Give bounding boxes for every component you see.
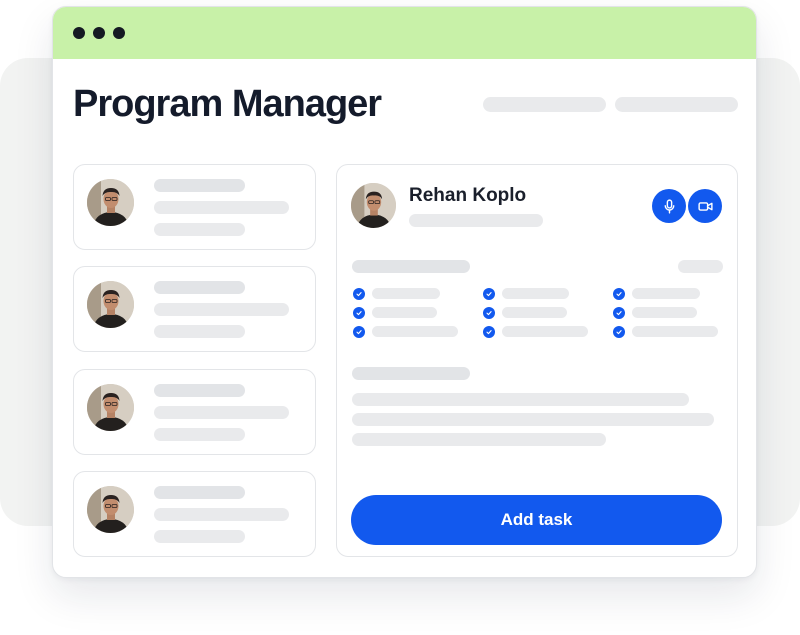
checkmark-icon bbox=[613, 307, 625, 319]
text-placeholder bbox=[154, 428, 245, 441]
checkmark-icon bbox=[353, 326, 365, 338]
text-placeholder bbox=[154, 179, 245, 192]
checklist-item-placeholder bbox=[632, 288, 700, 299]
text-placeholder bbox=[154, 384, 245, 397]
person-avatar-icon bbox=[87, 281, 134, 328]
section-heading-placeholder bbox=[352, 260, 470, 273]
checkmark-icon bbox=[353, 288, 365, 300]
checkmark-icon bbox=[613, 326, 625, 338]
checkmark-icon bbox=[353, 307, 365, 319]
text-placeholder bbox=[154, 281, 245, 294]
window-dot-icon bbox=[113, 27, 125, 39]
paragraph-placeholder bbox=[352, 413, 714, 426]
checkmark-icon bbox=[483, 307, 495, 319]
person-avatar-icon bbox=[87, 179, 134, 226]
checkmark-icon bbox=[613, 288, 625, 300]
microphone-button[interactable] bbox=[652, 189, 686, 223]
text-placeholder bbox=[409, 214, 543, 227]
section-heading-placeholder bbox=[352, 367, 470, 380]
text-placeholder bbox=[154, 201, 289, 214]
header-placeholder bbox=[615, 97, 738, 112]
checklist-item-placeholder bbox=[502, 307, 567, 318]
avatar bbox=[87, 179, 134, 226]
person-avatar-icon bbox=[351, 183, 396, 228]
window-dot-icon bbox=[93, 27, 105, 39]
checklist-item-placeholder bbox=[632, 307, 697, 318]
avatar bbox=[87, 486, 134, 533]
list-item[interactable] bbox=[73, 164, 316, 250]
avatar bbox=[87, 384, 134, 431]
checkmark-icon bbox=[483, 326, 495, 338]
video-call-button[interactable] bbox=[688, 189, 722, 223]
list-item[interactable] bbox=[73, 266, 316, 352]
list-item[interactable] bbox=[73, 369, 316, 455]
list-item[interactable] bbox=[73, 471, 316, 557]
paragraph-placeholder bbox=[352, 433, 606, 446]
window-titlebar bbox=[53, 7, 756, 59]
checklist-item-placeholder bbox=[372, 288, 440, 299]
text-placeholder bbox=[154, 508, 289, 521]
text-placeholder bbox=[154, 530, 245, 543]
window-dot-icon bbox=[73, 27, 85, 39]
text-placeholder bbox=[154, 303, 289, 316]
person-avatar-icon bbox=[87, 486, 134, 533]
text-placeholder bbox=[154, 325, 245, 338]
page-title: Program Manager bbox=[73, 83, 382, 125]
text-placeholder bbox=[154, 486, 245, 499]
checklist-item-placeholder bbox=[372, 326, 458, 337]
microphone-icon bbox=[664, 198, 674, 214]
avatar bbox=[351, 183, 396, 228]
detail-panel: Rehan Koplo Add task bbox=[336, 164, 738, 557]
add-task-button[interactable]: Add task bbox=[351, 495, 722, 545]
checklist-item-placeholder bbox=[502, 326, 588, 337]
avatar bbox=[87, 281, 134, 328]
text-placeholder bbox=[678, 260, 723, 273]
checkmark-icon bbox=[483, 288, 495, 300]
text-placeholder bbox=[154, 223, 245, 236]
contact-name: Rehan Koplo bbox=[409, 185, 527, 206]
video-camera-icon bbox=[697, 201, 713, 211]
paragraph-placeholder bbox=[352, 393, 689, 406]
text-placeholder bbox=[154, 406, 289, 419]
app-window: Program Manager Rehan Koplo Add task bbox=[52, 6, 757, 578]
checklist-item-placeholder bbox=[372, 307, 437, 318]
checklist-item-placeholder bbox=[502, 288, 569, 299]
header-placeholder bbox=[483, 97, 606, 112]
checklist-item-placeholder bbox=[632, 326, 718, 337]
person-avatar-icon bbox=[87, 384, 134, 431]
